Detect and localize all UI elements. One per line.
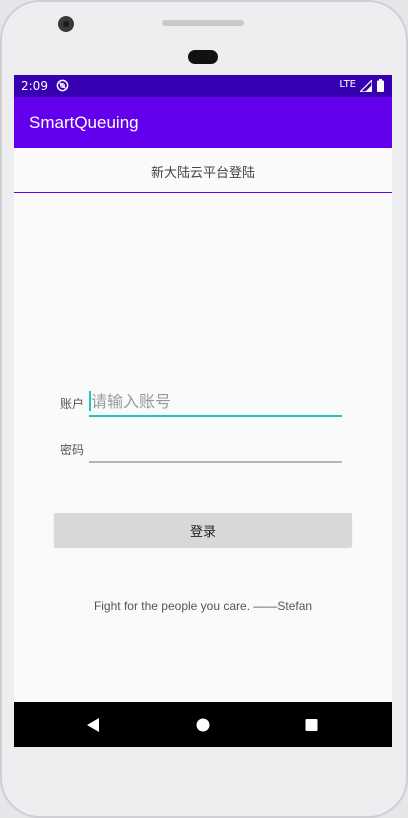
app-bar: SmartQueuing <box>14 97 392 148</box>
back-button[interactable] <box>68 702 118 747</box>
battery-icon <box>377 79 384 92</box>
earpiece-speaker <box>162 20 244 26</box>
network-type: LTE <box>339 79 356 90</box>
password-label: 密码 <box>60 443 85 457</box>
recents-button[interactable] <box>286 702 336 747</box>
login-button[interactable]: 登录 <box>54 513 352 547</box>
app-screen: 2:09 LTE SmartQueuing 新大陆云平台登陆 账户 请输入账号 … <box>14 75 392 747</box>
status-bar: 2:09 LTE <box>14 75 392 97</box>
back-icon <box>87 718 99 732</box>
page-header: 新大陆云平台登陆 <box>14 148 392 193</box>
navigation-bar <box>14 702 392 747</box>
data-saver-icon <box>56 79 69 92</box>
home-button[interactable] <box>178 702 228 747</box>
signal-icon <box>360 80 372 92</box>
proximity-sensor <box>188 50 218 64</box>
password-input[interactable] <box>89 433 342 463</box>
front-camera <box>58 16 74 32</box>
account-input[interactable] <box>89 387 342 417</box>
footer-quote: Fight for the people you care. ——Stefan <box>93 599 313 613</box>
home-icon <box>196 718 210 732</box>
status-time: 2:09 <box>21 79 48 93</box>
account-label: 账户 <box>60 397 85 411</box>
page-title: 新大陆云平台登陆 <box>150 166 255 181</box>
recents-icon <box>305 719 318 731</box>
phone-frame: 2:09 LTE SmartQueuing 新大陆云平台登陆 账户 请输入账号 … <box>0 0 408 818</box>
text-cursor <box>89 391 91 411</box>
app-title: SmartQueuing <box>29 113 139 132</box>
